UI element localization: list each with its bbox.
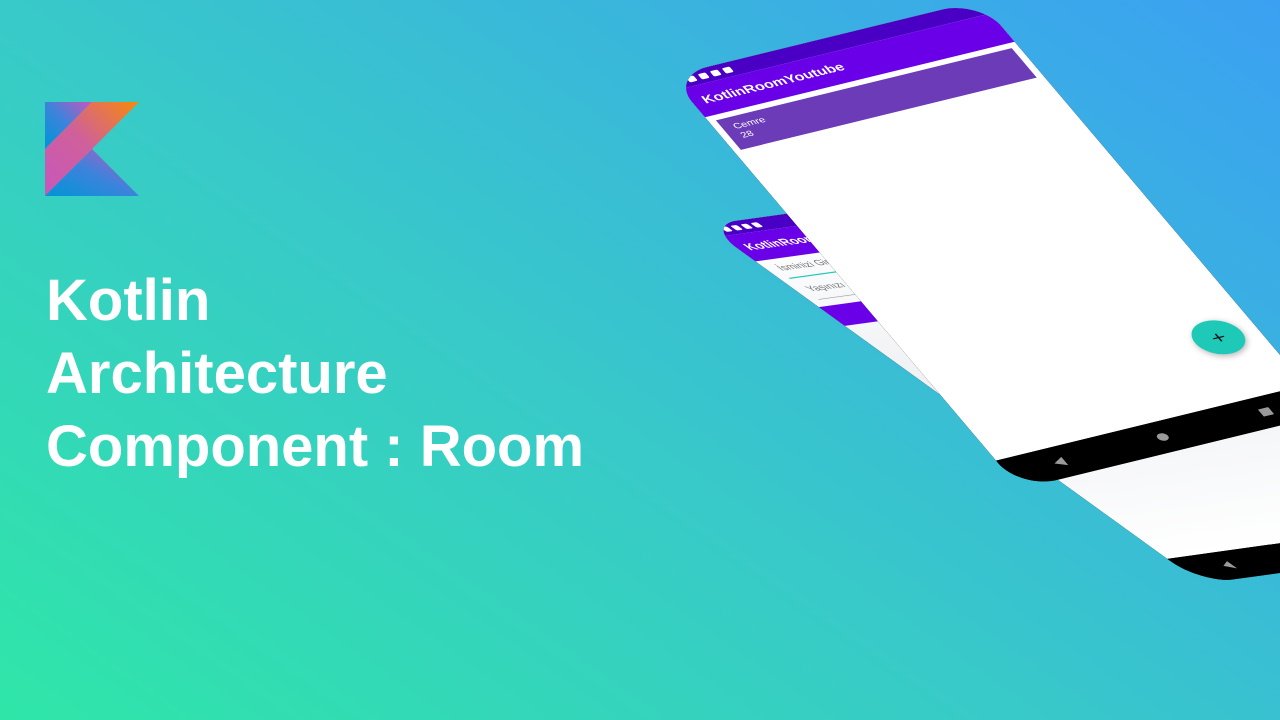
battery-icon (721, 66, 734, 74)
page-title: Kotlin Architecture Component : Room (46, 264, 666, 483)
plus-icon: + (1204, 326, 1233, 348)
notification-icon (685, 75, 698, 83)
back-icon[interactable] (1218, 561, 1238, 570)
title-line-2: Architecture (46, 341, 388, 406)
home-icon[interactable] (1154, 432, 1171, 442)
add-fab-button[interactable]: + (1181, 315, 1256, 359)
notification-icon (709, 69, 722, 77)
kotlin-logo (45, 102, 139, 196)
back-icon[interactable] (1050, 456, 1069, 468)
title-line-1: Kotlin (46, 268, 211, 333)
title-line-3: Component : Room (46, 414, 585, 479)
recents-icon[interactable] (1257, 407, 1275, 417)
notification-icon (697, 72, 710, 80)
